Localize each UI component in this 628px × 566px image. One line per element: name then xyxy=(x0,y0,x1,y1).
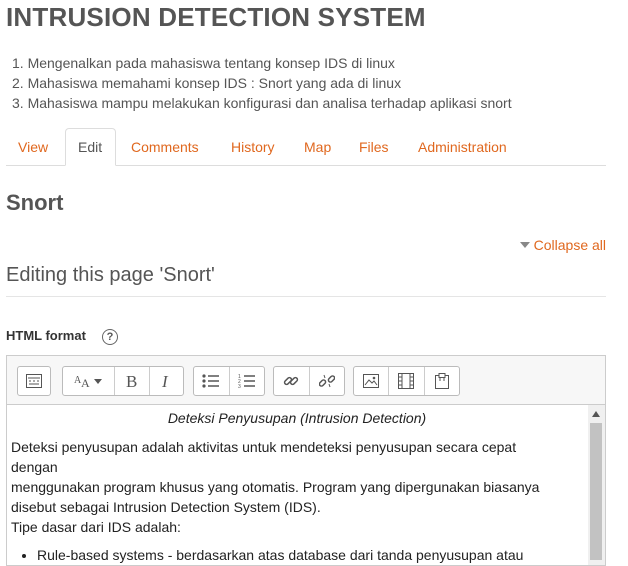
paragraph-line: Deteksi penyusupan adalah aktivitas untu… xyxy=(11,439,517,455)
tab-map[interactable]: Map xyxy=(304,128,331,166)
paragraph-line: disebut sebagai Intrusion Detection Syst… xyxy=(11,499,321,515)
tab-files[interactable]: Files xyxy=(359,128,389,166)
bulleted-list-icon[interactable] xyxy=(194,367,230,395)
objective-item: 3. Mahasiswa mampu melakukan konfigurasi… xyxy=(12,95,512,111)
tab-administration[interactable]: Administration xyxy=(418,128,507,166)
toolbar-group xyxy=(353,366,460,396)
tab-edit[interactable]: Edit xyxy=(65,128,116,166)
media-icon[interactable] xyxy=(389,367,425,395)
objective-item: 2. Mahasiswa memahami konsep IDS : Snort… xyxy=(12,75,402,91)
paste-icon[interactable] xyxy=(425,367,459,395)
svg-text:3: 3 xyxy=(238,384,241,388)
tab-history[interactable]: History xyxy=(231,128,275,166)
help-icon[interactable]: ? xyxy=(102,329,118,345)
numbered-list-icon[interactable]: 123 xyxy=(230,367,265,395)
triangle-down-icon xyxy=(519,242,530,248)
paragraph-line: dengan xyxy=(11,459,58,475)
toolbar-toggle-icon[interactable] xyxy=(18,367,50,395)
content-caption: Deteksi Penyusupan (Intrusion Detection) xyxy=(167,410,427,426)
toolbar-group xyxy=(17,366,51,396)
paragraph-line: menggunakan program khusus yang otomatis… xyxy=(11,479,540,495)
list-item: Rule-based systems - berdasarkan atas da… xyxy=(37,545,583,565)
editor-content[interactable]: Deteksi Penyusupan (Intrusion Detection)… xyxy=(7,405,587,565)
svg-text:B: B xyxy=(126,373,137,389)
toolbar-group: 123 xyxy=(193,366,265,396)
font-size-icon[interactable]: AA xyxy=(63,367,116,395)
tab-view[interactable]: View xyxy=(18,128,48,166)
bold-icon[interactable]: B xyxy=(115,367,150,395)
page-tabs: View Edit Comments History Map Files Adm… xyxy=(6,128,606,166)
scrollbar-thumb[interactable] xyxy=(590,423,602,560)
collapse-all-link[interactable]: Collapse all xyxy=(519,237,606,253)
objective-item: 1. Mengenalkan pada mahasiswa tentang ko… xyxy=(12,55,395,71)
content-bullet-list: Rule-based systems - berdasarkan atas da… xyxy=(11,545,583,565)
image-icon[interactable] xyxy=(354,367,390,395)
content-paragraph: Deteksi penyusupan adalah aktivitas untu… xyxy=(11,437,583,537)
editor-scrollbar[interactable] xyxy=(588,405,605,565)
html-editor: AA B I 123 Deteksi Penyusupan (Intrusion… xyxy=(6,355,606,566)
objectives-list: 1. Mengenalkan pada mahasiswa tentang ko… xyxy=(12,53,512,113)
editing-heading: Editing this page 'Snort' xyxy=(6,264,215,286)
svg-text:A: A xyxy=(81,376,90,389)
collapse-all-label: Collapse all xyxy=(533,237,606,253)
paragraph-line: Tipe dasar dari IDS adalah: xyxy=(11,519,181,535)
html-format-label: HTML format xyxy=(6,328,86,343)
tab-comments[interactable]: Comments xyxy=(131,128,199,166)
divider xyxy=(6,296,606,297)
editor-toolbar: AA B I 123 xyxy=(7,356,605,405)
section-title: Snort xyxy=(6,190,64,215)
toolbar-group xyxy=(273,366,345,396)
italic-icon[interactable]: I xyxy=(150,367,183,395)
svg-text:I: I xyxy=(161,373,169,389)
toolbar-group: AA B I xyxy=(62,366,184,396)
link-icon[interactable] xyxy=(274,367,310,395)
scroll-up-arrow-icon[interactable] xyxy=(592,411,600,417)
page-title: INTRUSION DETECTION SYSTEM xyxy=(6,2,426,32)
unlink-icon[interactable] xyxy=(310,367,345,395)
